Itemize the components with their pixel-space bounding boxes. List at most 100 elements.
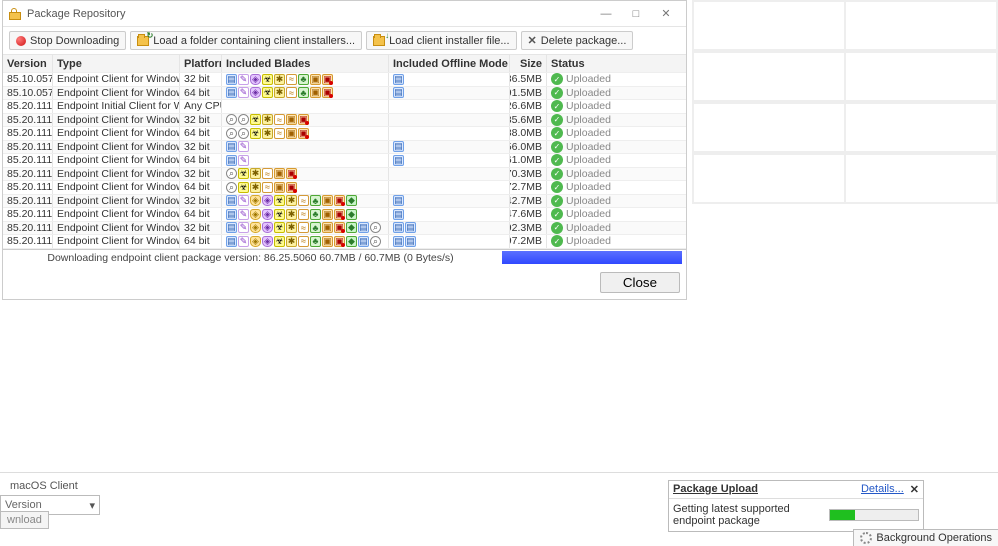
table-row[interactable]: 85.20.1115Endpoint Client for Windows64 … xyxy=(3,235,686,249)
cell-size: 442.7MB xyxy=(510,195,547,208)
cell-size: 261.0MB xyxy=(510,154,547,167)
mag-icon: ⌕ xyxy=(226,128,237,139)
table-row[interactable]: 85.20.1115Endpoint Client for Windows32 … xyxy=(3,222,686,236)
table-row[interactable]: 85.20.1115Endpoint Initial Client for Wi… xyxy=(3,100,686,114)
cell-status: ✓Uploaded xyxy=(547,208,686,221)
cell-platform: Any CPU xyxy=(180,100,222,113)
background-operations-button[interactable]: Background Operations xyxy=(853,529,998,546)
delete-label: Delete package... xyxy=(541,35,627,47)
cell-offline xyxy=(389,181,510,194)
close-button[interactable]: Close xyxy=(600,272,680,293)
boxred-icon: ▣ xyxy=(334,236,345,247)
bio-icon: ☣ xyxy=(250,128,261,139)
check-icon: ✓ xyxy=(551,222,563,234)
check-icon: ✓ xyxy=(551,73,563,85)
load-file-label: Load client installer file... xyxy=(389,35,509,47)
cell-status: ✓Uploaded xyxy=(547,100,686,113)
cell-status: ✓Uploaded xyxy=(547,181,686,194)
table-row[interactable]: 85.20.1115Endpoint Client for Windows64 … xyxy=(3,154,686,168)
wave-icon: ≈ xyxy=(286,87,297,98)
wave-icon: ≈ xyxy=(274,114,285,125)
gear-icon xyxy=(860,532,872,544)
cell-platform: 32 bit xyxy=(180,73,222,86)
star-icon: ✱ xyxy=(286,209,297,220)
col-blades[interactable]: Included Blades xyxy=(222,55,389,72)
table-row[interactable]: 85.20.1115Endpoint Client for Windows64 … xyxy=(3,127,686,141)
cell-version: 85.20.1115 xyxy=(3,208,53,221)
box-icon: ▣ xyxy=(310,87,321,98)
dialog-footer: Close xyxy=(3,266,686,299)
shield2-icon: ◈ xyxy=(262,209,273,220)
folder-load-icon xyxy=(373,36,385,46)
load-folder-button[interactable]: Load a folder containing client installe… xyxy=(130,31,362,50)
toast-details-link[interactable]: Details... xyxy=(861,483,904,496)
cell-offline: ▤ xyxy=(389,73,510,86)
shield-icon: ◈ xyxy=(250,222,261,233)
boxred-icon: ▣ xyxy=(286,168,297,179)
mag-icon: ⌕ xyxy=(238,128,249,139)
delete-package-button[interactable]: ✕ Delete package... xyxy=(521,31,634,50)
status-text: Uploaded xyxy=(566,100,611,112)
tree-icon: ♣ xyxy=(310,236,321,247)
col-version[interactable]: Version xyxy=(3,55,53,72)
doc-icon: ▤ xyxy=(226,87,237,98)
cell-status: ✓Uploaded xyxy=(547,141,686,154)
cell-version: 85.20.1115 xyxy=(3,235,53,248)
table-row[interactable]: 85.20.1115Endpoint Client for Windows32 … xyxy=(3,195,686,209)
pen-icon: ✎ xyxy=(238,195,249,206)
cell-size: 238.0MB xyxy=(510,127,547,140)
separator xyxy=(0,472,998,473)
cell-blades: ▤✎◈◈☣✱≈♣▣▣◆▤⌕ xyxy=(222,235,389,248)
col-type[interactable]: Type xyxy=(53,55,180,72)
shield2-icon: ◈ xyxy=(262,236,273,247)
doc-icon: ▤ xyxy=(393,195,404,206)
maximize-button[interactable]: □ xyxy=(622,5,650,23)
col-offline[interactable]: Included Offline Mode Blades xyxy=(389,55,510,72)
minimize-button[interactable]: — xyxy=(592,5,620,23)
table-row[interactable]: 85.10.0575Endpoint Client for Windows32 … xyxy=(3,73,686,87)
cell-version: 85.20.1115 xyxy=(3,154,53,167)
bio-icon: ☣ xyxy=(262,74,273,85)
col-size[interactable]: Size xyxy=(510,55,547,72)
bio-icon: ☣ xyxy=(262,87,273,98)
cell-offline: ▤ xyxy=(389,154,510,167)
cell-blades: ▤✎◈◈☣✱≈♣▣▣◆ xyxy=(222,208,389,221)
col-status[interactable]: Status xyxy=(547,55,686,72)
table-row[interactable]: 85.20.1115Endpoint Client for Windows64 … xyxy=(3,208,686,222)
doc-icon: ▤ xyxy=(358,236,369,247)
table-row[interactable]: 85.10.0575Endpoint Client for Windows64 … xyxy=(3,87,686,101)
table-row[interactable]: 85.20.1115Endpoint Client for Windows32 … xyxy=(3,168,686,182)
cell-offline: ▤▤ xyxy=(389,222,510,235)
download-button-partial[interactable]: wnload xyxy=(0,511,49,529)
packages-table: Version Type Platform Included Blades In… xyxy=(3,55,686,266)
toast-close-button[interactable]: ✕ xyxy=(910,483,919,496)
box-icon: ▣ xyxy=(274,182,285,193)
table-row[interactable]: 85.20.1115Endpoint Client for Windows64 … xyxy=(3,181,686,195)
tree-icon: ♣ xyxy=(298,74,309,85)
check-icon: ✓ xyxy=(551,208,563,220)
table-row[interactable]: 85.20.1115Endpoint Client for Windows32 … xyxy=(3,141,686,155)
table-row[interactable]: 85.20.1115Endpoint Client for Windows32 … xyxy=(3,114,686,128)
boxred-icon: ▣ xyxy=(334,222,345,233)
cell-blades xyxy=(222,100,389,113)
status-text: Uploaded xyxy=(566,208,611,220)
check-icon: ✓ xyxy=(551,154,563,166)
cell-status: ✓Uploaded xyxy=(547,168,686,181)
cell-platform: 32 bit xyxy=(180,195,222,208)
boxred-icon: ▣ xyxy=(322,74,333,85)
stop-label: Stop Downloading xyxy=(30,35,119,47)
check-icon: ✓ xyxy=(551,87,563,99)
col-platform[interactable]: Platform xyxy=(180,55,222,72)
cell-type: Endpoint Client for Windows xyxy=(53,154,180,167)
version-placeholder: Version xyxy=(5,499,42,511)
check-icon: ✓ xyxy=(551,127,563,139)
wave-icon: ≈ xyxy=(298,222,309,233)
cell-version: 85.20.1115 xyxy=(3,127,53,140)
cell-status: ✓Uploaded xyxy=(547,114,686,127)
load-file-button[interactable]: Load client installer file... xyxy=(366,31,516,50)
cell-status: ✓Uploaded xyxy=(547,222,686,235)
close-window-button[interactable]: ✕ xyxy=(652,5,680,23)
bio-icon: ☣ xyxy=(274,209,285,220)
doc-icon: ▤ xyxy=(393,74,404,85)
stop-downloading-button[interactable]: Stop Downloading xyxy=(9,31,126,50)
